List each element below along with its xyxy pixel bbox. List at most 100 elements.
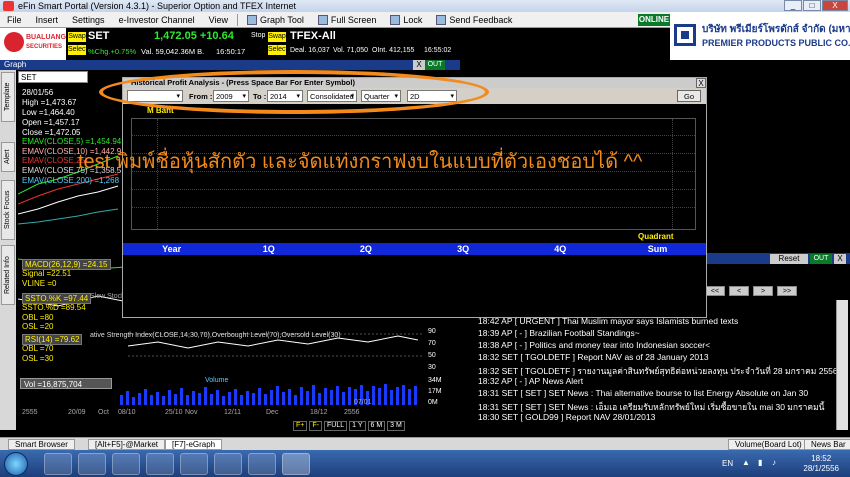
maximize-button[interactable]: □ — [803, 0, 821, 11]
menu-label: Full Screen — [330, 14, 377, 25]
zoom-in-button[interactable]: F+ — [293, 421, 308, 431]
tab-market[interactable]: [Alt+F5]-@Market — [88, 439, 166, 450]
column-year: Year — [162, 244, 182, 254]
ohlc-close: Close =1,472.05 — [22, 128, 81, 137]
tfex-select-button[interactable]: Select — [268, 45, 287, 55]
folder-icon[interactable] — [78, 453, 106, 475]
window-controls: _ □ X — [783, 0, 848, 11]
media-player-icon[interactable] — [146, 453, 174, 475]
menu-file[interactable]: File — [0, 12, 29, 28]
go-button[interactable]: Go — [677, 90, 701, 102]
company-name-thai: บริษัท พรีเมียร์โพรดักส์ จำกัด (มหาชน) — [702, 24, 850, 35]
skype-icon[interactable] — [248, 453, 276, 475]
full-range-button[interactable]: FULL — [323, 421, 348, 431]
news-first-button[interactable]: << — [705, 286, 725, 296]
menu-full-screen[interactable]: Full Screen — [311, 12, 384, 28]
start-button[interactable] — [4, 452, 28, 476]
tab-related-info[interactable]: Related Info — [1, 245, 15, 305]
tab-smart-browser[interactable]: Smart Browser — [8, 439, 75, 450]
left-side-tabs: Template Alert Stock Focus Related Info — [0, 70, 16, 430]
menu-label: Settings — [72, 14, 105, 25]
vol-axis-17m: 17M — [428, 388, 442, 395]
graph-out-button[interactable]: OUT — [425, 60, 445, 70]
photoshop-icon[interactable] — [214, 453, 242, 475]
rsi-axis-90: 90 — [428, 328, 436, 335]
tab-stock-focus[interactable]: Stock Focus — [1, 180, 15, 240]
vline-label: VLINE =0 — [22, 279, 57, 288]
menu-label: Lock — [403, 14, 423, 25]
menu-settings[interactable]: Settings — [65, 12, 112, 28]
set-swap-button[interactable]: Swap — [68, 32, 86, 42]
range-3m-button[interactable]: 3 M — [387, 421, 405, 431]
news-last-button[interactable]: >> — [777, 286, 797, 296]
clock-time: 18:52 — [811, 454, 832, 463]
column-1q: 1Q — [262, 244, 275, 254]
language-indicator[interactable]: EN — [722, 459, 733, 468]
range-1y-button[interactable]: 1 Y — [349, 421, 366, 431]
news-item[interactable]: 18:31 SET [ SET ] SET News : Thai altern… — [478, 388, 808, 398]
ssto-d-label: SSTO.%D =89.54 — [22, 303, 86, 312]
stoch-obl-label: OBL =80 — [22, 313, 54, 322]
menu-label: Insert — [35, 14, 59, 25]
column-2q: 2Q — [359, 244, 372, 254]
menu-lock[interactable]: Lock — [383, 12, 429, 28]
news-item[interactable]: 18:32 SET [ TGOLDETF ] Report NAV as of … — [478, 352, 709, 362]
clock[interactable]: 18:52 28/1/2556 — [803, 454, 839, 474]
news-item[interactable]: 18:39 AP [ - ] Brazilian Football Standi… — [478, 328, 640, 338]
rsi-axis-30: 30 — [428, 364, 436, 371]
tab-news-bar[interactable]: News Bar — [804, 439, 850, 450]
menu-send-feedback[interactable]: Send Feedback — [429, 12, 519, 28]
company-logo: บริษัท พรีเมียร์โพรดักส์ จำกัด (มหาชน) P… — [670, 12, 850, 60]
tab-alert[interactable]: Alert — [1, 142, 15, 172]
firefox-icon[interactable] — [180, 453, 208, 475]
tray-arrow-icon[interactable]: ▲ — [742, 458, 750, 467]
date-tick: 07/01 — [354, 399, 372, 406]
menu-insert[interactable]: Insert — [29, 12, 66, 28]
quadrant-label: Quadrant — [638, 232, 674, 241]
menu-e-investor[interactable]: e-Investor Channel — [112, 12, 202, 28]
zoom-out-button[interactable]: F- — [309, 421, 322, 431]
set-time: 16:50:17 — [216, 47, 246, 56]
tab-egraph[interactable]: [F7]-eGraph — [165, 439, 223, 450]
date-tick: 2556 — [344, 409, 360, 416]
news-scrollbar[interactable] — [836, 300, 848, 430]
tab-template[interactable]: Template — [1, 72, 15, 122]
news-item[interactable]: 18:38 AP [ - ] Politics and money tear i… — [478, 340, 710, 350]
date-tick: 20/09 — [68, 409, 86, 416]
news-list: 18:42 AP [ URGENT ] Thai Muslim mayor sa… — [460, 300, 836, 430]
ema200-label: EMAV(CLOSE,200) =1,268 — [22, 176, 120, 185]
close-button[interactable]: X — [822, 0, 848, 11]
date-tick: 12/11 — [224, 409, 241, 416]
range-6m-button[interactable]: 6 M — [367, 421, 386, 431]
graph-symbol-select[interactable]: SET — [18, 71, 88, 83]
news-item[interactable]: 18:32 AP [ - ] AP News Alert — [478, 376, 583, 386]
menu-view[interactable]: View — [202, 12, 235, 28]
efin-app-icon[interactable] — [282, 453, 310, 475]
set-select-button[interactable]: Select — [68, 45, 87, 55]
ie-icon[interactable] — [44, 453, 72, 475]
date-tick: Nov — [185, 409, 198, 416]
ohlc-date: 28/01/56 — [22, 88, 54, 97]
news-next-button[interactable]: > — [753, 286, 773, 296]
dialog-close-button[interactable]: X — [696, 78, 706, 88]
ema-line — [18, 208, 119, 225]
news-item[interactable]: 18:30 SET [ GOLD99 ] Report NAV 28/01/20… — [478, 412, 655, 422]
news-out-button[interactable]: OUT — [810, 254, 832, 264]
chrome-icon[interactable] — [112, 453, 140, 475]
volume-icon[interactable]: ♪ — [772, 458, 776, 467]
network-icon[interactable]: ▮ — [758, 458, 762, 467]
tab-volume-board-lot[interactable]: Volume(Board Lot) — [728, 439, 809, 450]
menu-bar: File Insert Settings e-Investor Channel … — [0, 12, 670, 28]
rsi-title: ative Strength Index(CLOSE,14,30,70),Ove… — [90, 332, 341, 339]
tfex-swap-button[interactable]: Swap — [268, 32, 286, 42]
news-close-button[interactable]: X — [834, 254, 846, 264]
minimize-button[interactable]: _ — [784, 0, 802, 11]
broker-logo-subtext: SECURITIES — [26, 44, 63, 50]
news-prev-button[interactable]: < — [729, 286, 749, 296]
column-sum: Sum — [647, 244, 668, 254]
news-reset-button[interactable]: Reset — [770, 254, 808, 264]
menu-graph-tool[interactable]: Graph Tool — [240, 12, 311, 28]
graph-close-button[interactable]: X — [413, 60, 425, 70]
tfex-symbol: TFEX-All — [290, 30, 336, 42]
ema-line — [18, 185, 119, 215]
